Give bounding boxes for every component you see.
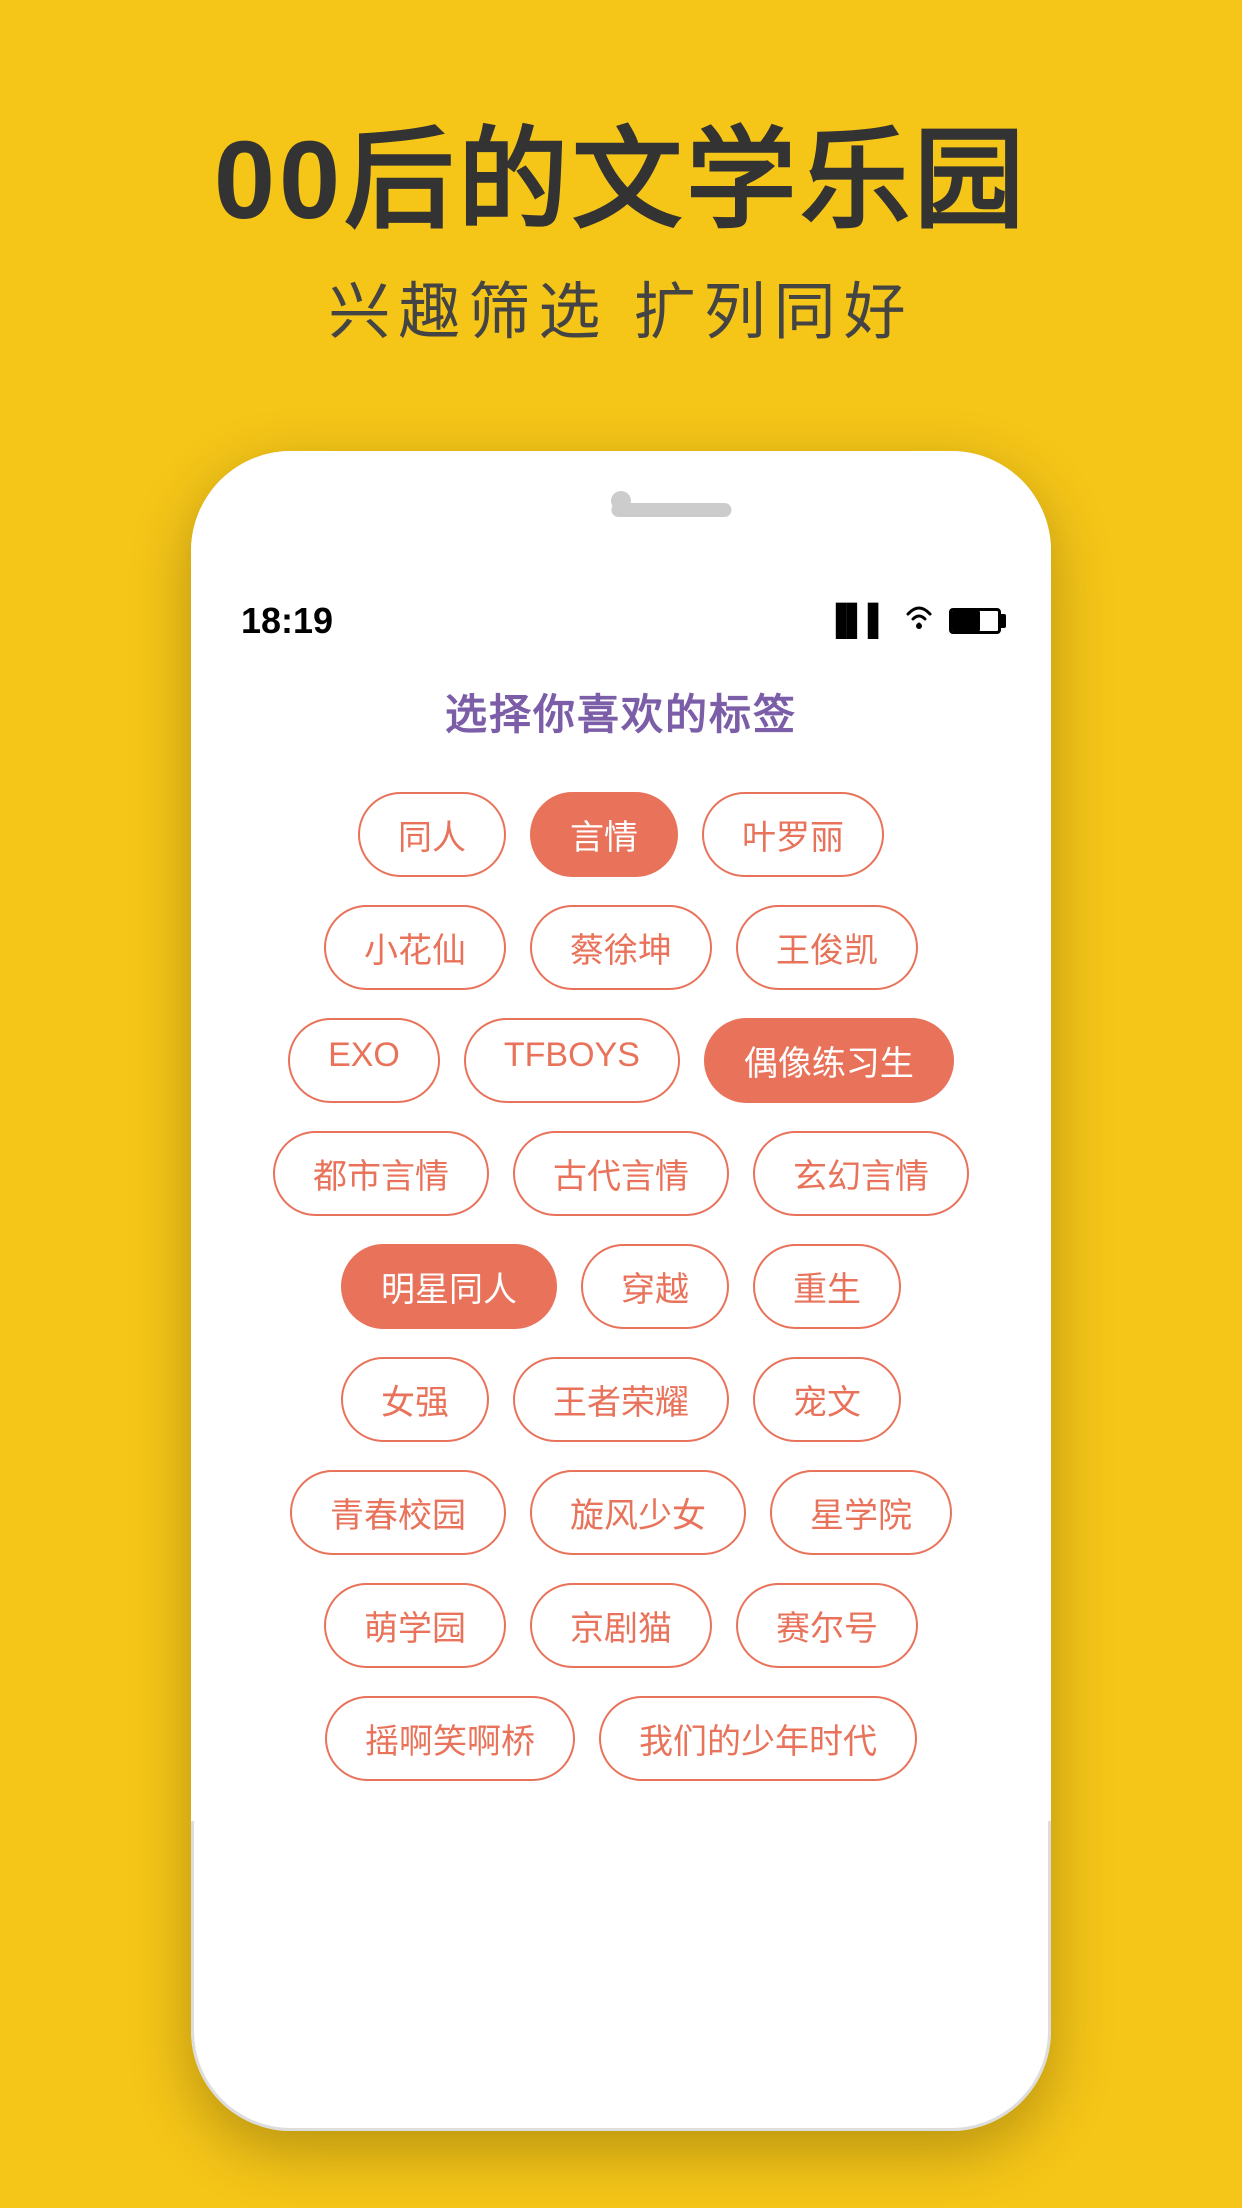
- tag-8-0[interactable]: 摇啊笑啊桥: [325, 1696, 575, 1781]
- status-time: 18:19: [241, 600, 333, 642]
- tag-4-1[interactable]: 穿越: [581, 1244, 729, 1329]
- status-bar: 18:19 ▐▌▌: [191, 581, 1051, 661]
- sub-title: 兴趣筛选 扩列同好: [214, 261, 1028, 351]
- tag-0-0[interactable]: 同人: [358, 792, 506, 877]
- wifi-icon: [903, 604, 935, 638]
- tags-row-1: 小花仙蔡徐坤王俊凯: [324, 905, 918, 990]
- tag-4-2[interactable]: 重生: [753, 1244, 901, 1329]
- tags-row-5: 女强王者荣耀宠文: [341, 1357, 901, 1442]
- tags-row-3: 都市言情古代言情玄幻言情: [273, 1131, 969, 1216]
- tag-7-0[interactable]: 萌学园: [324, 1583, 506, 1668]
- tag-4-0[interactable]: 明星同人: [341, 1244, 557, 1329]
- tag-2-2[interactable]: 偶像练习生: [704, 1018, 954, 1103]
- phone-top: [191, 451, 1051, 581]
- tag-0-2[interactable]: 叶罗丽: [702, 792, 884, 877]
- tag-0-1[interactable]: 言情: [530, 792, 678, 877]
- tags-row-6: 青春校园旋风少女星学院: [290, 1470, 952, 1555]
- phone-mockup: 18:19 ▐▌▌ 选择你喜欢的标签 同人言情叶罗丽小花仙蔡徐坤王俊凯EXOTF…: [191, 451, 1051, 2131]
- tag-5-1[interactable]: 王者荣耀: [513, 1357, 729, 1442]
- tag-7-2[interactable]: 赛尔号: [736, 1583, 918, 1668]
- tag-8-1[interactable]: 我们的少年时代: [599, 1696, 917, 1781]
- tag-3-0[interactable]: 都市言情: [273, 1131, 489, 1216]
- screen-content: 选择你喜欢的标签 同人言情叶罗丽小花仙蔡徐坤王俊凯EXOTFBOYS偶像练习生都…: [191, 661, 1051, 1821]
- tag-1-0[interactable]: 小花仙: [324, 905, 506, 990]
- speaker: [611, 503, 731, 517]
- tags-row-8: 摇啊笑啊桥我们的少年时代: [325, 1696, 917, 1781]
- tag-3-1[interactable]: 古代言情: [513, 1131, 729, 1216]
- status-icons: ▐▌▌: [825, 604, 1001, 638]
- tag-7-1[interactable]: 京剧猫: [530, 1583, 712, 1668]
- tags-row-2: EXO TFBOYS 偶像练习生: [288, 1018, 954, 1103]
- tag-6-0[interactable]: 青春校园: [290, 1470, 506, 1555]
- battery-icon: [949, 608, 1001, 634]
- signal-icon: ▐▌▌: [825, 604, 889, 638]
- tags-container: 同人言情叶罗丽小花仙蔡徐坤王俊凯EXOTFBOYS偶像练习生都市言情古代言情玄幻…: [231, 792, 1011, 1781]
- tag-6-1[interactable]: 旋风少女: [530, 1470, 746, 1555]
- tags-row-0: 同人言情叶罗丽: [358, 792, 884, 877]
- tag-1-2[interactable]: 王俊凯: [736, 905, 918, 990]
- tag-5-2[interactable]: 宠文: [753, 1357, 901, 1442]
- header-section: 00后的文学乐园 兴趣筛选 扩列同好: [214, 120, 1028, 351]
- tag-5-0[interactable]: 女强: [341, 1357, 489, 1442]
- tag-2-0[interactable]: EXO: [288, 1018, 440, 1103]
- tag-1-1[interactable]: 蔡徐坤: [530, 905, 712, 990]
- tags-row-7: 萌学园京剧猫赛尔号: [324, 1583, 918, 1668]
- tag-2-1[interactable]: TFBOYS: [464, 1018, 680, 1103]
- page-title: 选择你喜欢的标签: [231, 681, 1011, 742]
- main-title: 00后的文学乐园: [214, 120, 1028, 241]
- tags-row-4: 明星同人穿越重生: [341, 1244, 901, 1329]
- tag-3-2[interactable]: 玄幻言情: [753, 1131, 969, 1216]
- tag-6-2[interactable]: 星学院: [770, 1470, 952, 1555]
